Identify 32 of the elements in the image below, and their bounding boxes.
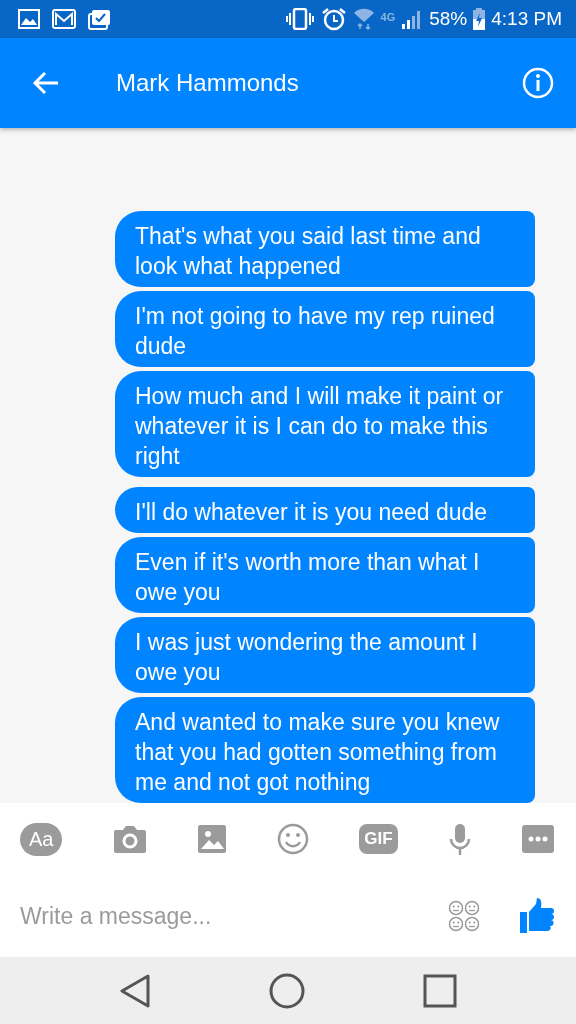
smiley-icon[interactable]: [277, 823, 310, 855]
battery-percent: 58%: [429, 8, 468, 30]
wifi-icon: [352, 8, 375, 30]
network-label: 4G: [380, 11, 396, 23]
message-bubble: I'm not going to have my rep ruined dude: [115, 291, 535, 367]
clock-time: 4:13 PM: [491, 8, 562, 30]
back-triangle-icon[interactable]: [119, 973, 151, 1008]
thumbs-up-icon[interactable]: [520, 898, 554, 934]
home-circle-icon[interactable]: [269, 972, 305, 1009]
more-icon[interactable]: [521, 825, 554, 853]
vibrate-icon: [284, 8, 315, 30]
recents-square-icon[interactable]: [423, 973, 457, 1008]
briefcase-check-icon: [88, 8, 112, 30]
microphone-icon[interactable]: [447, 823, 472, 855]
image-icon[interactable]: [196, 824, 227, 854]
info-icon[interactable]: [522, 67, 554, 99]
text-style-button[interactable]: Aa: [20, 822, 63, 856]
message-bubble: That's what you said last time and look what happened: [115, 211, 535, 287]
message-bubble: I'll do whatever it is you need dude: [115, 487, 535, 533]
message-bubble: How much and I will make it paint or whatever it is I can do to make this right: [115, 371, 535, 477]
message-bubble: I was just wondering the amount I owe you: [115, 617, 535, 693]
message-bubble: And wanted to make sure you knew that you had gotten something from me and not got nothing: [115, 697, 535, 803]
gallery-icon: [18, 9, 40, 29]
emoji-faces-icon[interactable]: [448, 900, 480, 932]
battery-charging-icon: [473, 8, 486, 30]
back-arrow-icon[interactable]: [32, 71, 60, 95]
contact-name: Mark Hammonds: [116, 69, 300, 97]
gif-button[interactable]: GIF: [359, 824, 398, 854]
alarm-icon: [320, 7, 347, 31]
message-bubble: Even if it's worth more than what I owe you: [115, 537, 535, 613]
camera-icon[interactable]: [112, 824, 147, 854]
mail-icon: [52, 9, 76, 29]
